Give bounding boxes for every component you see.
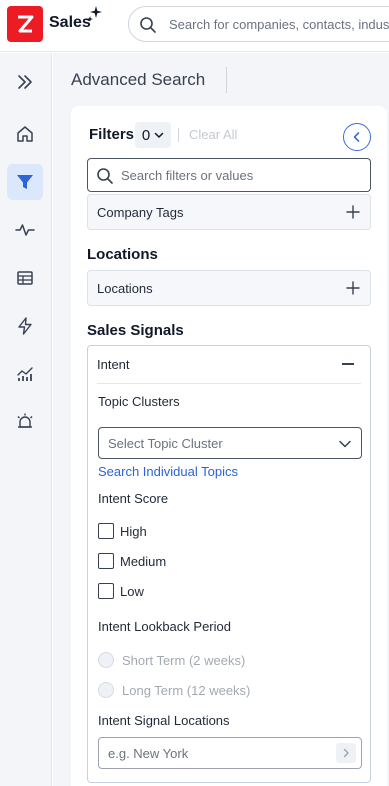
sidebar-item-advanced-search[interactable] xyxy=(7,164,43,200)
lookback-short-term-radio[interactable]: Short Term (2 weeks) xyxy=(98,651,245,669)
filters-count-dropdown[interactable]: 0 xyxy=(135,122,171,148)
locations-label: Locations xyxy=(97,281,153,296)
intent-score-medium-checkbox[interactable]: Medium xyxy=(98,552,166,570)
collapse-minus-icon[interactable] xyxy=(342,363,354,365)
filter-search-input[interactable]: Search filters or values xyxy=(87,158,371,192)
chevron-down-icon xyxy=(154,132,164,138)
intent-signal-locations-input[interactable]: e.g. New York xyxy=(98,737,362,769)
sidebar-expand-button[interactable] xyxy=(7,64,43,100)
filters-count-value: 0 xyxy=(141,126,151,144)
intent-score-low-checkbox[interactable]: Low xyxy=(98,582,144,600)
page-title: Advanced Search xyxy=(71,70,206,89)
checkbox[interactable] xyxy=(98,523,114,539)
zoominfo-logo[interactable] xyxy=(7,6,43,42)
sidebar-item-lists[interactable] xyxy=(7,260,43,296)
chevron-left-icon xyxy=(353,132,360,142)
radio-label: Long Term (12 weeks) xyxy=(122,682,251,698)
topic-cluster-placeholder: Select Topic Cluster xyxy=(108,436,223,451)
chevron-right-icon xyxy=(343,748,349,758)
locations-section-title: Locations xyxy=(87,246,158,263)
table-icon xyxy=(17,271,33,285)
submit-location-button[interactable] xyxy=(336,743,356,763)
topic-clusters-label: Topic Clusters xyxy=(98,394,180,409)
plus-icon xyxy=(346,281,360,295)
global-search-input[interactable]: Search for companies, contacts, industri… xyxy=(128,6,389,42)
chevron-down-icon xyxy=(339,440,351,448)
main-content: Advanced Search Filters 0 Clear All Sear… xyxy=(53,53,389,786)
sidebar-item-home[interactable] xyxy=(7,116,43,152)
intent-score-high-checkbox[interactable]: High xyxy=(98,522,147,540)
pulse-icon xyxy=(15,224,35,236)
checkbox-label: High xyxy=(120,523,147,539)
filters-panel: Filters 0 Clear All Search filters or va… xyxy=(71,106,387,786)
home-icon xyxy=(17,126,33,142)
sidebar-item-workflows[interactable] xyxy=(7,308,43,344)
filter-search-placeholder: Search filters or values xyxy=(121,168,254,183)
global-search-placeholder: Search for companies, contacts, industri… xyxy=(169,17,389,32)
alarm-icon xyxy=(17,413,33,428)
intent-label: Intent xyxy=(97,357,130,372)
search-icon xyxy=(140,17,156,33)
logo-z-icon xyxy=(18,15,34,33)
search-individual-topics-link[interactable]: Search Individual Topics xyxy=(98,464,238,479)
company-tags-label: Company Tags xyxy=(97,205,184,220)
brand-name: Sales xyxy=(49,14,91,31)
radio-button[interactable] xyxy=(98,682,114,698)
bolt-icon xyxy=(18,317,32,335)
intent-signal-locations-placeholder: e.g. New York xyxy=(108,746,189,761)
sidebar-item-signals[interactable] xyxy=(7,212,43,248)
topic-cluster-select[interactable]: Select Topic Cluster xyxy=(98,427,362,459)
collapse-panel-button[interactable] xyxy=(343,123,371,151)
plus-icon xyxy=(346,205,360,219)
sidebar xyxy=(0,53,52,786)
checkbox-label: Medium xyxy=(120,553,167,569)
filter-icon xyxy=(17,175,33,189)
sidebar-item-alerts[interactable] xyxy=(7,404,43,440)
filters-label: Filters xyxy=(89,126,135,143)
sparkle-icon xyxy=(87,6,102,22)
lookback-long-term-radio[interactable]: Long Term (12 weeks) xyxy=(98,681,250,699)
sidebar-item-analytics[interactable] xyxy=(7,356,43,392)
double-chevron-right-icon xyxy=(18,75,32,89)
top-bar: Sales Search for companies, contacts, in… xyxy=(0,0,389,52)
radio-label: Short Term (2 weeks) xyxy=(122,652,246,668)
search-icon xyxy=(97,168,113,184)
separator xyxy=(178,128,179,142)
sales-signals-section-title: Sales Signals xyxy=(87,322,184,339)
intent-filter-expanded: Intent Topic Clusters Select Topic Clust… xyxy=(87,345,371,783)
intent-lookback-label: Intent Lookback Period xyxy=(98,619,231,634)
intent-score-label: Intent Score xyxy=(98,491,169,506)
checkbox[interactable] xyxy=(98,553,114,569)
radio-button[interactable] xyxy=(98,652,114,668)
clear-all-button[interactable]: Clear All xyxy=(189,127,237,142)
checkbox-label: Low xyxy=(120,583,144,599)
intent-signal-locations-label: Intent Signal Locations xyxy=(98,713,230,728)
analytics-icon xyxy=(17,367,33,381)
divider xyxy=(97,383,361,384)
locations-filter[interactable]: Locations xyxy=(87,270,371,306)
checkbox[interactable] xyxy=(98,583,114,599)
title-divider xyxy=(226,67,227,93)
company-tags-filter[interactable]: Company Tags xyxy=(87,194,371,230)
